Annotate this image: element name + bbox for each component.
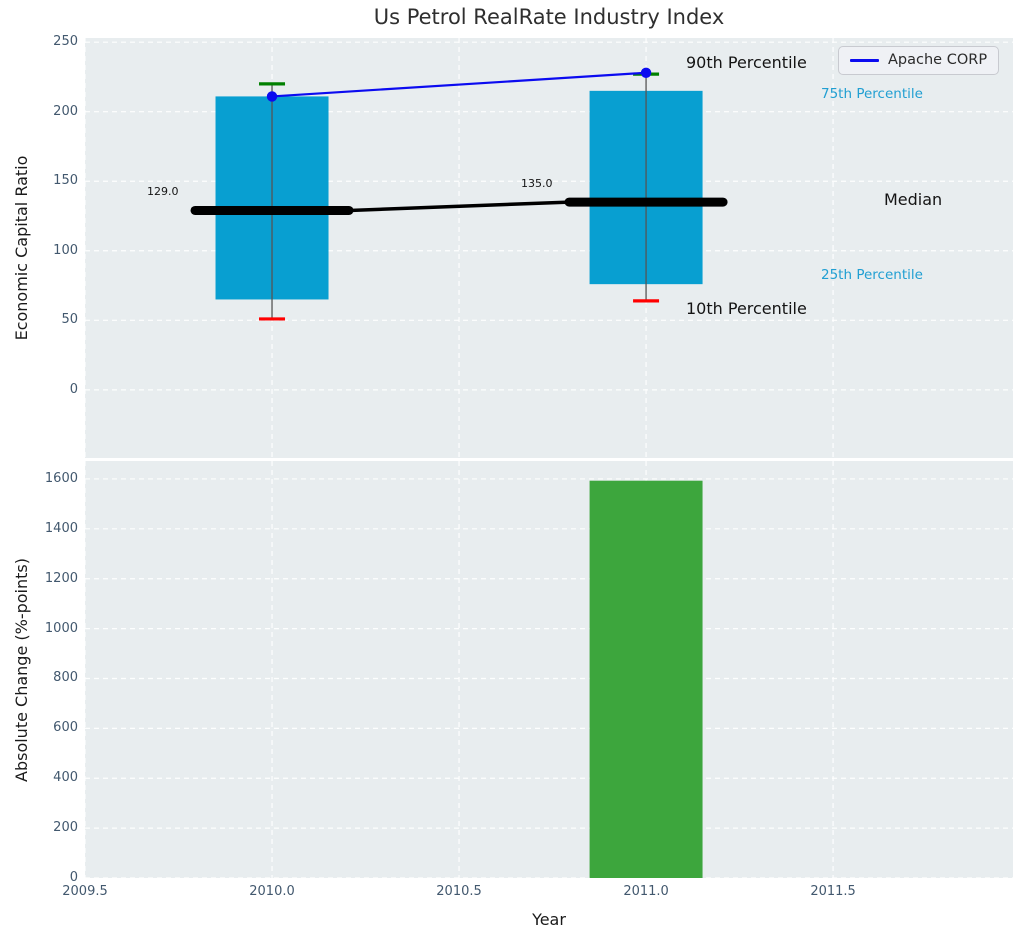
- bottom-y-tick-label: 200: [0, 820, 78, 836]
- x-tick-label: 2010.5: [414, 884, 504, 900]
- change-bar: [590, 481, 703, 878]
- top-y-tick-label: 250: [0, 34, 78, 50]
- annotation-median: Median: [884, 190, 942, 209]
- top-y-tick-label: 150: [0, 173, 78, 189]
- bottom-plot-area: [85, 461, 1013, 878]
- x-tick-label: 2009.5: [40, 884, 130, 900]
- bottom-y-tick-label: 1000: [0, 621, 78, 637]
- chart-title: Us Petrol RealRate Industry Index: [85, 5, 1013, 29]
- annotation-median-value-2011: 135.0: [521, 177, 553, 190]
- x-axis-label: Year: [85, 910, 1013, 929]
- annotation-90th-percentile: 90th Percentile: [686, 53, 807, 72]
- bottom-y-tick-label: 1600: [0, 471, 78, 487]
- annotation-median-value-2010: 129.0: [147, 185, 179, 198]
- figure: Us Petrol RealRate Industry Index Econom…: [0, 0, 1026, 942]
- legend-line-sample: [850, 59, 879, 62]
- bottom-y-tick-label: 1200: [0, 571, 78, 587]
- annotation-10th-percentile: 10th Percentile: [686, 299, 807, 318]
- top-y-tick-label: 200: [0, 104, 78, 120]
- x-tick-label: 2011.0: [601, 884, 691, 900]
- legend: Apache CORP: [838, 46, 999, 75]
- x-tick-label: 2010.0: [227, 884, 317, 900]
- bottom-plot-canvas: [85, 461, 1013, 878]
- x-tick-label: 2011.5: [788, 884, 878, 900]
- top-y-tick-label: 100: [0, 243, 78, 259]
- apache-corp-marker: [641, 68, 651, 78]
- legend-label: Apache CORP: [888, 52, 987, 69]
- bottom-y-tick-label: 600: [0, 720, 78, 736]
- bottom-y-tick-label: 800: [0, 670, 78, 686]
- apache-corp-marker: [267, 91, 277, 101]
- top-y-tick-label: 50: [0, 312, 78, 328]
- top-y-tick-label: 0: [0, 382, 78, 398]
- bottom-y-tick-label: 1400: [0, 521, 78, 537]
- bottom-y-tick-label: 400: [0, 770, 78, 786]
- annotation-75th-percentile: 75th Percentile: [821, 86, 923, 102]
- annotation-25th-percentile: 25th Percentile: [821, 267, 923, 283]
